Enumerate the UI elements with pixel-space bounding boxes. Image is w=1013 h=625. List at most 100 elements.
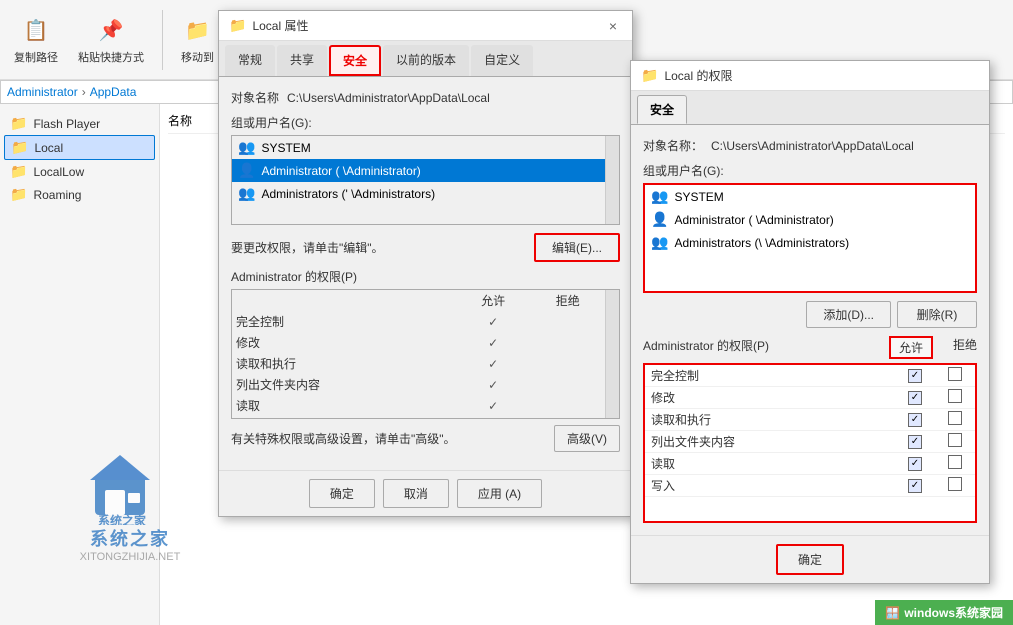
user-name-system: SYSTEM (261, 141, 310, 155)
perm-name: 列出文件夹内容 (232, 374, 456, 395)
perms-scrollbar[interactable] (605, 290, 619, 418)
tab-custom[interactable]: 自定义 (471, 45, 533, 76)
dialog-body: 对象名称 C:\Users\Administrator\AppData\Loca… (219, 77, 632, 470)
perms-user-system[interactable]: 👥 SYSTEM (645, 185, 975, 208)
perms-title-folder-icon: 📁 (641, 67, 658, 84)
perm-deny (530, 332, 605, 353)
perms2-deny[interactable] (935, 409, 975, 430)
breadcrumb-part-2[interactable]: AppData (90, 85, 137, 99)
perm-row-1: 修改 ✓ (232, 332, 605, 353)
tab-previous-versions[interactable]: 以前的版本 (383, 45, 469, 76)
folder-icon-localLow: 📁 (10, 163, 27, 180)
advanced-button[interactable]: 高级(V) (554, 425, 620, 452)
perms-object-label: 对象名称： (643, 137, 703, 154)
edit-button[interactable]: 编辑(E)... (534, 233, 620, 262)
perms-user-administrators[interactable]: 👥 Administrators (\ \Administrators) (645, 231, 975, 254)
watermark-text: 系统之家 (90, 525, 170, 551)
perm-allow: ✓ (456, 395, 531, 416)
folder-icon-roaming: 📁 (10, 186, 27, 203)
sidebar-item-label: Flash Player (33, 117, 100, 131)
object-label: 对象名称 (231, 89, 279, 106)
tab-security[interactable]: 安全 (329, 45, 381, 76)
perms2-allow[interactable]: ✓ (895, 475, 935, 496)
perm-row-4: 读取 ✓ (232, 395, 605, 416)
user-item-system[interactable]: 👥 SYSTEM (232, 136, 605, 159)
user-item-admin[interactable]: 👤 Administrator ( \Administrator) (232, 159, 605, 182)
brand-text: windows系统家园 (904, 604, 1003, 621)
brand-windows-text: 🪟 (885, 606, 900, 620)
tab-general[interactable]: 常规 (225, 45, 275, 76)
perms2-allow[interactable]: ✓ (895, 387, 935, 408)
perms-dialog-title: 📁 Local 的权限 (641, 67, 732, 84)
perms2-deny[interactable] (935, 431, 975, 452)
perms-object-row: 对象名称： C:\Users\Administrator\AppData\Loc… (643, 137, 977, 154)
perm-name: 读取 (232, 395, 456, 416)
change-row: 要更改权限，请单击"编辑"。 编辑(E)... (231, 233, 620, 262)
perm-allow: ✓ (456, 353, 531, 374)
perms-ok-button[interactable]: 确定 (776, 544, 844, 575)
object-name-row: 对象名称 C:\Users\Administrator\AppData\Loca… (231, 89, 620, 106)
tab-perms-security[interactable]: 安全 (637, 95, 687, 124)
breadcrumb-part-1[interactable]: Administrator (7, 85, 78, 99)
perms2-deny[interactable] (935, 453, 975, 474)
paste-shortcut-label: 粘贴快捷方式 (78, 49, 144, 65)
perms2-allow[interactable]: ✓ (895, 409, 935, 430)
perms2-row-1: 修改 ✓ (645, 387, 975, 409)
perm-deny (530, 311, 605, 332)
toolbar-divider (162, 10, 163, 70)
dialog-footer: 确定 取消 应用 (A) (219, 470, 632, 516)
sidebar-item-localLow[interactable]: 📁 LocalLow (4, 160, 155, 183)
perms-user-icon-system: 👥 (651, 188, 668, 205)
perm-deny (530, 395, 605, 416)
perms2-allow[interactable]: ✓ (895, 453, 935, 474)
perms-user-admin[interactable]: 👤 Administrator ( \Administrator) (645, 208, 975, 231)
perms2-deny[interactable] (935, 365, 975, 386)
perms-row-header: Administrator 的权限(P) 允许 拒绝 (643, 336, 977, 359)
user-icon-administrators: 👥 (238, 185, 255, 202)
perms2-deny[interactable] (935, 387, 975, 408)
user-item-administrators[interactable]: 👥 Administrators (' \Administrators) (232, 182, 605, 205)
perms2-name: 读取和执行 (645, 409, 895, 430)
perms-box: 允许 拒绝 完全控制 ✓ 修改 ✓ (231, 289, 620, 419)
copy-path-button[interactable]: 📋 复制路径 (8, 11, 64, 69)
apply-button[interactable]: 应用 (A) (457, 479, 542, 508)
user-name-admin: Administrator ( \Administrator) (261, 164, 420, 178)
tab-share[interactable]: 共享 (277, 45, 327, 76)
breadcrumb-arrow: › (82, 85, 86, 99)
move-to-button[interactable]: 📁 移动到 (175, 11, 220, 69)
copy-path-label: 复制路径 (14, 49, 58, 65)
user-name-administrators: Administrators (' \Administrators) (261, 187, 435, 201)
ok-button[interactable]: 确定 (309, 479, 375, 508)
dialog-close-button[interactable]: × (604, 17, 622, 35)
perms-object-path: C:\Users\Administrator\AppData\Local (711, 139, 914, 153)
dialog-titlebar: 📁 Local 属性 × (219, 11, 632, 41)
add-button[interactable]: 添加(D)... (806, 301, 891, 328)
users-box: 👥 SYSTEM 👤 Administrator ( \Administrato… (231, 135, 620, 225)
users-list: 👥 SYSTEM 👤 Administrator ( \Administrato… (232, 136, 605, 224)
perms2-allow[interactable]: ✓ (895, 365, 935, 386)
perms2-label: Administrator 的权限(P) (643, 337, 769, 354)
perms2-allow[interactable]: ✓ (895, 431, 935, 452)
advanced-row: 有关特殊权限或高级设置，请单击"高级"。 高级(V) (231, 425, 620, 452)
sidebar-item-flash-player[interactable]: 📁 Flash Player (4, 112, 155, 135)
paste-shortcut-button[interactable]: 📌 粘贴快捷方式 (72, 11, 150, 69)
col-allow-header2: 允许 (889, 336, 933, 359)
remove-button[interactable]: 删除(R) (897, 301, 977, 328)
perms-table: 允许 拒绝 完全控制 ✓ 修改 ✓ (232, 290, 605, 418)
perm-name: 写入 (232, 416, 456, 418)
perms2-name: 修改 (645, 387, 895, 408)
perm-row-3: 列出文件夹内容 ✓ (232, 374, 605, 395)
watermark-subtext: XITONGZHIJIA.NET (80, 551, 181, 563)
col-name-header (232, 290, 456, 311)
title-folder-icon: 📁 (229, 17, 246, 34)
cancel-button[interactable]: 取消 (383, 479, 449, 508)
users-scrollbar[interactable] (605, 136, 619, 224)
perm-name: 完全控制 (232, 311, 456, 332)
perm-allow: ✓ (456, 332, 531, 353)
perms2-deny[interactable] (935, 475, 975, 496)
sidebar-item-local[interactable]: 📁 Local (4, 135, 155, 160)
perms-user-name-admin: Administrator ( \Administrator) (674, 213, 833, 227)
perm-allow: ✓ (456, 311, 531, 332)
perms-label: Administrator 的权限(P) (231, 268, 620, 285)
sidebar-item-roaming[interactable]: 📁 Roaming (4, 183, 155, 206)
